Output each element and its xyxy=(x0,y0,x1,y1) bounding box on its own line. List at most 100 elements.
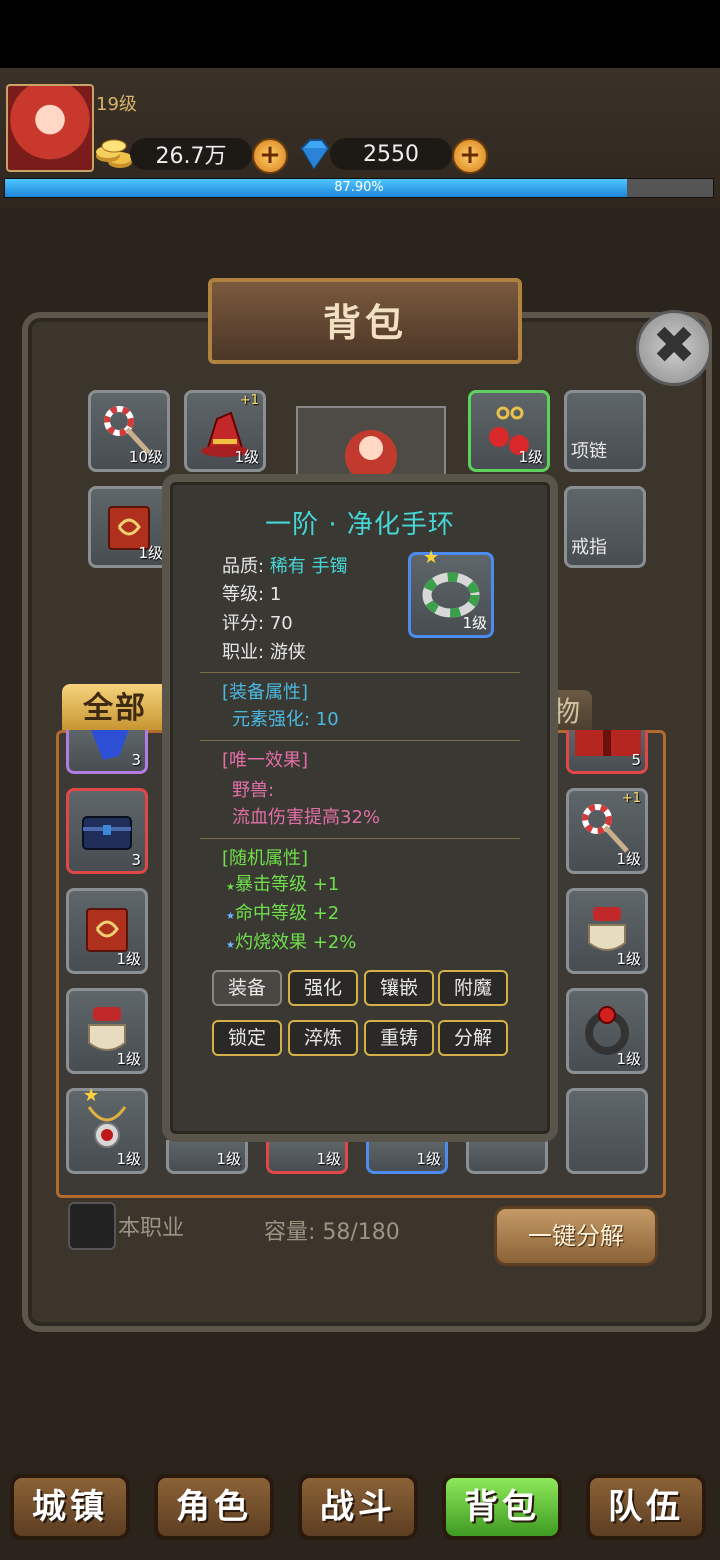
add-gems-button[interactable]: + xyxy=(452,138,488,174)
reforge-button[interactable]: 重铸 xyxy=(364,1020,434,1056)
equip-attr-line: 元素强化: 10 xyxy=(232,709,339,730)
inventory-item[interactable]: 1级 xyxy=(266,1140,348,1174)
panel-title: 背包 xyxy=(322,301,407,345)
item-count: 3 xyxy=(131,751,141,769)
enchant-button[interactable]: 附魔 xyxy=(438,970,508,1006)
inventory-item[interactable]: 3 xyxy=(66,730,148,774)
nav-battle[interactable]: 战斗 xyxy=(298,1474,418,1540)
equip-attr-header: [装备属性] xyxy=(222,682,309,703)
random-attr-text: 命中等级 +2 xyxy=(234,903,340,924)
item-count: 5 xyxy=(631,751,641,769)
tooltip-class: 职业: 游侠 xyxy=(222,638,306,664)
tooltip-divider xyxy=(200,740,520,741)
equip-slot-necklace[interactable]: 项链 xyxy=(564,390,646,472)
equip-slot-book[interactable]: 1级 xyxy=(88,486,170,568)
unique-effect-name: 野兽: xyxy=(232,780,275,801)
slot-level: 1级 xyxy=(616,1050,641,1068)
equip-slot-ring[interactable]: 戒指 xyxy=(564,486,646,568)
tooltip-quality: 品质: 稀有 手镯 xyxy=(222,552,348,578)
slot-plus: +1 xyxy=(621,791,641,806)
score-value: 70 xyxy=(269,613,293,634)
inventory-item[interactable]: 1级 xyxy=(366,1140,448,1174)
tooltip-divider xyxy=(200,672,520,673)
decompose-button[interactable]: 分解 xyxy=(438,1020,508,1056)
tooltip-item-slot: ★ 1级 xyxy=(408,547,494,638)
inventory-item[interactable]: 1级 xyxy=(66,888,148,974)
slot-level: 1级 xyxy=(216,1150,241,1168)
inventory-item[interactable]: 1级 xyxy=(66,988,148,1074)
score-label: 评分: xyxy=(222,613,265,634)
class-value: 游侠 xyxy=(269,642,306,663)
unique-effect-desc: 流血伤害提高32% xyxy=(232,807,381,828)
slot-level: 1级 xyxy=(616,850,641,868)
player-level: 19级 xyxy=(96,94,137,115)
blue-star-icon: ★ xyxy=(226,940,235,951)
slot-level: 1级 xyxy=(518,448,543,466)
level-label: 等级: xyxy=(222,584,265,605)
lock-button[interactable]: 锁定 xyxy=(212,1020,282,1056)
nav-backpack[interactable]: 背包 xyxy=(442,1474,562,1540)
tab-all[interactable]: 全部 xyxy=(62,684,168,734)
slot-level: 1级 xyxy=(462,614,487,632)
inventory-item[interactable]: 1级 xyxy=(166,1140,248,1174)
level-value: 1 xyxy=(269,584,282,605)
slot-level: 1级 xyxy=(416,1150,441,1168)
star-icon: ★ xyxy=(83,1085,100,1106)
inventory-item[interactable]: 5 xyxy=(566,730,648,774)
class-label: 职业: xyxy=(222,642,265,663)
random-attr-text: 灼烧效果 +2% xyxy=(234,932,357,953)
inventory-item-empty[interactable] xyxy=(566,1088,648,1174)
decompose-all-button[interactable]: 一键分解 xyxy=(494,1206,658,1266)
inventory-item[interactable]: 3 xyxy=(66,788,148,874)
slot-level: 1级 xyxy=(116,950,141,968)
equip-slot-weapon[interactable]: 10级 xyxy=(88,390,170,472)
capacity-text: 容量: 58/180 xyxy=(264,1220,400,1245)
gold-amount: 26.7万 xyxy=(130,138,252,170)
slot-level: 1级 xyxy=(116,1150,141,1168)
player-avatar[interactable] xyxy=(6,84,94,172)
inventory-item[interactable]: +1 1级 xyxy=(566,788,648,874)
inventory-item[interactable]: 1级 xyxy=(566,988,648,1074)
random-attr-header: [随机属性] xyxy=(222,848,309,869)
random-attr-1: ★暴击等级 +1 xyxy=(226,870,339,896)
treasure-chest-icon xyxy=(82,816,132,850)
random-attr-2: ★命中等级 +2 xyxy=(226,899,339,925)
tooltip-divider xyxy=(200,838,520,839)
unique-effect-header: [唯一效果] xyxy=(222,750,309,771)
item-count: 3 xyxy=(131,851,141,869)
equip-button[interactable]: 装备 xyxy=(212,970,282,1006)
enhance-button[interactable]: 强化 xyxy=(288,970,358,1006)
inlay-button[interactable]: 镶嵌 xyxy=(364,970,434,1006)
refine-button[interactable]: 淬炼 xyxy=(288,1020,358,1056)
slot-level: 1级 xyxy=(316,1150,341,1168)
nav-town[interactable]: 城镇 xyxy=(10,1474,130,1540)
slot-level: 1级 xyxy=(616,950,641,968)
close-icon[interactable]: ✖ xyxy=(636,310,712,386)
equip-slot-hat[interactable]: +1 1级 xyxy=(184,390,266,472)
slot-label: 项链 xyxy=(571,441,607,462)
gold-coin-icon xyxy=(96,139,132,168)
inventory-item[interactable]: 1级 xyxy=(566,888,648,974)
slot-level: 1级 xyxy=(116,1050,141,1068)
blue-star-icon: ★ xyxy=(226,911,235,922)
diamond-icon xyxy=(300,139,330,170)
nav-team[interactable]: 队伍 xyxy=(586,1474,706,1540)
slot-label: 戒指 xyxy=(571,537,607,558)
blue-cloak-icon xyxy=(91,730,129,760)
quality-value: 稀有 手镯 xyxy=(269,556,348,577)
tooltip-title: 一阶 · 净化手环 xyxy=(265,510,455,540)
slot-level: 10级 xyxy=(128,448,163,466)
inventory-item-empty[interactable] xyxy=(466,1140,548,1174)
slot-level: 1级 xyxy=(234,448,259,466)
equip-slot-potion[interactable]: 1级 xyxy=(468,390,550,472)
random-attr-text: 暴击等级 +1 xyxy=(234,874,340,895)
own-class-checkbox[interactable] xyxy=(68,1202,116,1250)
random-attr-3: ★灼烧效果 +2% xyxy=(226,928,356,954)
xp-percent: 87.90% xyxy=(334,180,384,195)
status-bar xyxy=(0,0,720,68)
green-star-icon: ★ xyxy=(226,882,235,893)
xp-bar: 87.90% xyxy=(4,178,714,198)
nav-character[interactable]: 角色 xyxy=(154,1474,274,1540)
inventory-item[interactable]: ★ 1级 xyxy=(66,1085,148,1174)
add-gold-button[interactable]: + xyxy=(252,138,288,174)
